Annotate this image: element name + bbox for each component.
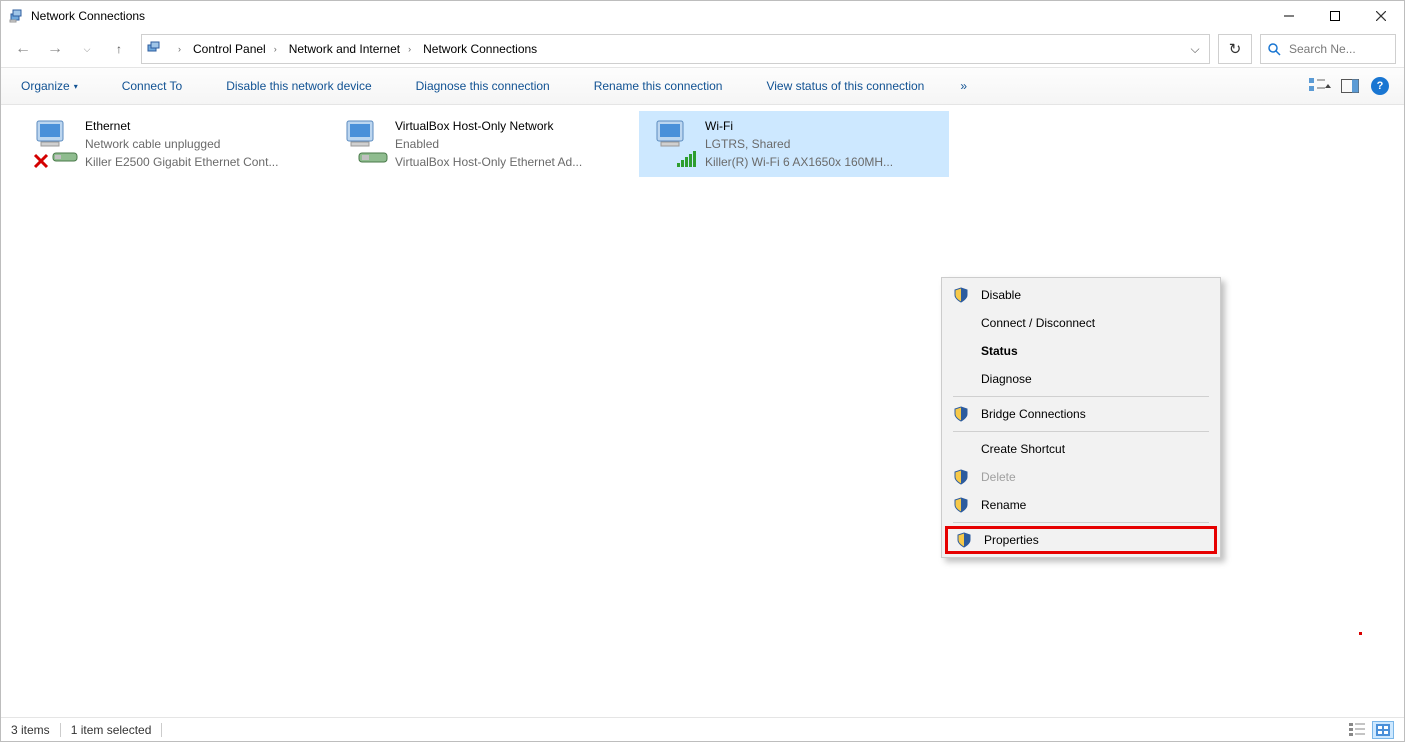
network-adapter-icon [333, 115, 391, 173]
ctx-separator [953, 396, 1209, 397]
connection-name: VirtualBox Host-Only Network [395, 117, 582, 135]
ctx-create-shortcut[interactable]: Create Shortcut [945, 435, 1217, 463]
diagnose-button[interactable]: Diagnose this connection [406, 75, 560, 97]
network-adapter-icon [23, 115, 81, 173]
status-selection: 1 item selected [71, 723, 152, 737]
details-view-button[interactable] [1346, 721, 1368, 739]
ctx-disable[interactable]: Disable [945, 281, 1217, 309]
view-options-button[interactable] [1306, 74, 1334, 98]
shield-icon [951, 469, 971, 485]
window-controls [1266, 1, 1404, 31]
connection-item-ethernet[interactable]: Ethernet Network cable unplugged Killer … [19, 111, 329, 177]
shield-icon [951, 406, 971, 422]
connection-name: Wi-Fi [705, 117, 893, 135]
connection-status: Network cable unplugged [85, 135, 278, 153]
ctx-rename[interactable]: Rename [945, 491, 1217, 519]
status-bar: 3 items 1 item selected [1, 717, 1404, 741]
view-status-button[interactable]: View status of this connection [756, 75, 934, 97]
help-icon: ? [1371, 77, 1389, 95]
search-icon [1267, 42, 1281, 56]
up-button[interactable]: ↑ [105, 35, 133, 63]
large-icons-view-button[interactable] [1372, 721, 1394, 739]
annotation-dot [1359, 632, 1362, 635]
ctx-connect-disconnect[interactable]: Connect / Disconnect [945, 309, 1217, 337]
shield-icon [951, 497, 971, 513]
address-icon [146, 40, 164, 58]
disable-device-button[interactable]: Disable this network device [216, 75, 381, 97]
close-button[interactable] [1358, 1, 1404, 31]
refresh-button[interactable]: ↻ [1218, 34, 1252, 64]
recent-dropdown[interactable]: ⌵ [73, 35, 101, 63]
ctx-properties[interactable]: Properties [945, 526, 1217, 554]
maximize-button[interactable] [1312, 1, 1358, 31]
overflow-button[interactable]: » [950, 75, 977, 97]
address-box[interactable]: › Control Panel› Network and Internet› N… [141, 34, 1210, 64]
wifi-signal-icon [677, 151, 696, 167]
ctx-separator [953, 522, 1209, 523]
forward-button[interactable]: → [41, 35, 69, 63]
search-box[interactable] [1260, 34, 1396, 64]
command-bar: Organize▾ Connect To Disable this networ… [1, 67, 1404, 105]
connection-item-virtualbox[interactable]: VirtualBox Host-Only Network Enabled Vir… [329, 111, 639, 177]
back-button[interactable]: ← [9, 35, 37, 63]
help-button[interactable]: ? [1366, 74, 1394, 98]
search-input[interactable] [1287, 41, 1389, 57]
network-adapter-icon [643, 115, 701, 173]
context-menu: Disable Connect / Disconnect Status Diag… [941, 277, 1221, 558]
status-item-count: 3 items [11, 723, 50, 737]
ctx-delete: Delete [945, 463, 1217, 491]
titlebar: Network Connections [1, 1, 1404, 31]
shield-icon [951, 287, 971, 303]
minimize-button[interactable] [1266, 1, 1312, 31]
ctx-status[interactable]: Status [945, 337, 1217, 365]
window-icon [9, 8, 25, 24]
content-pane[interactable]: Ethernet Network cable unplugged Killer … [1, 105, 1404, 717]
window-title: Network Connections [31, 9, 145, 23]
connection-item-wifi[interactable]: Wi-Fi LGTRS, Shared Killer(R) Wi-Fi 6 AX… [639, 111, 949, 177]
shield-icon [954, 532, 974, 548]
address-dropdown[interactable]: ⌵ [1185, 35, 1205, 63]
breadcrumb-item[interactable]: Network Connections [419, 35, 541, 63]
rename-button[interactable]: Rename this connection [584, 75, 733, 97]
connection-device: Killer E2500 Gigabit Ethernet Cont... [85, 153, 278, 171]
connection-name: Ethernet [85, 117, 278, 135]
connection-device: Killer(R) Wi-Fi 6 AX1650x 160MH... [705, 153, 893, 171]
breadcrumb-root[interactable]: › [170, 35, 189, 63]
breadcrumb-item[interactable]: Control Panel› [189, 35, 285, 63]
ctx-bridge-connections[interactable]: Bridge Connections [945, 400, 1217, 428]
connect-to-button[interactable]: Connect To [112, 75, 193, 97]
connection-device: VirtualBox Host-Only Ethernet Ad... [395, 153, 582, 171]
ctx-diagnose[interactable]: Diagnose [945, 365, 1217, 393]
connection-status: LGTRS, Shared [705, 135, 893, 153]
explorer-window: Network Connections ← → ⌵ ↑ [0, 0, 1405, 742]
organize-menu[interactable]: Organize▾ [11, 75, 88, 97]
preview-pane-button[interactable] [1336, 74, 1364, 98]
breadcrumb-item[interactable]: Network and Internet› [285, 35, 419, 63]
ctx-separator [953, 431, 1209, 432]
connection-status: Enabled [395, 135, 582, 153]
address-row: ← → ⌵ ↑ › Control Panel› Network and Int… [1, 31, 1404, 67]
